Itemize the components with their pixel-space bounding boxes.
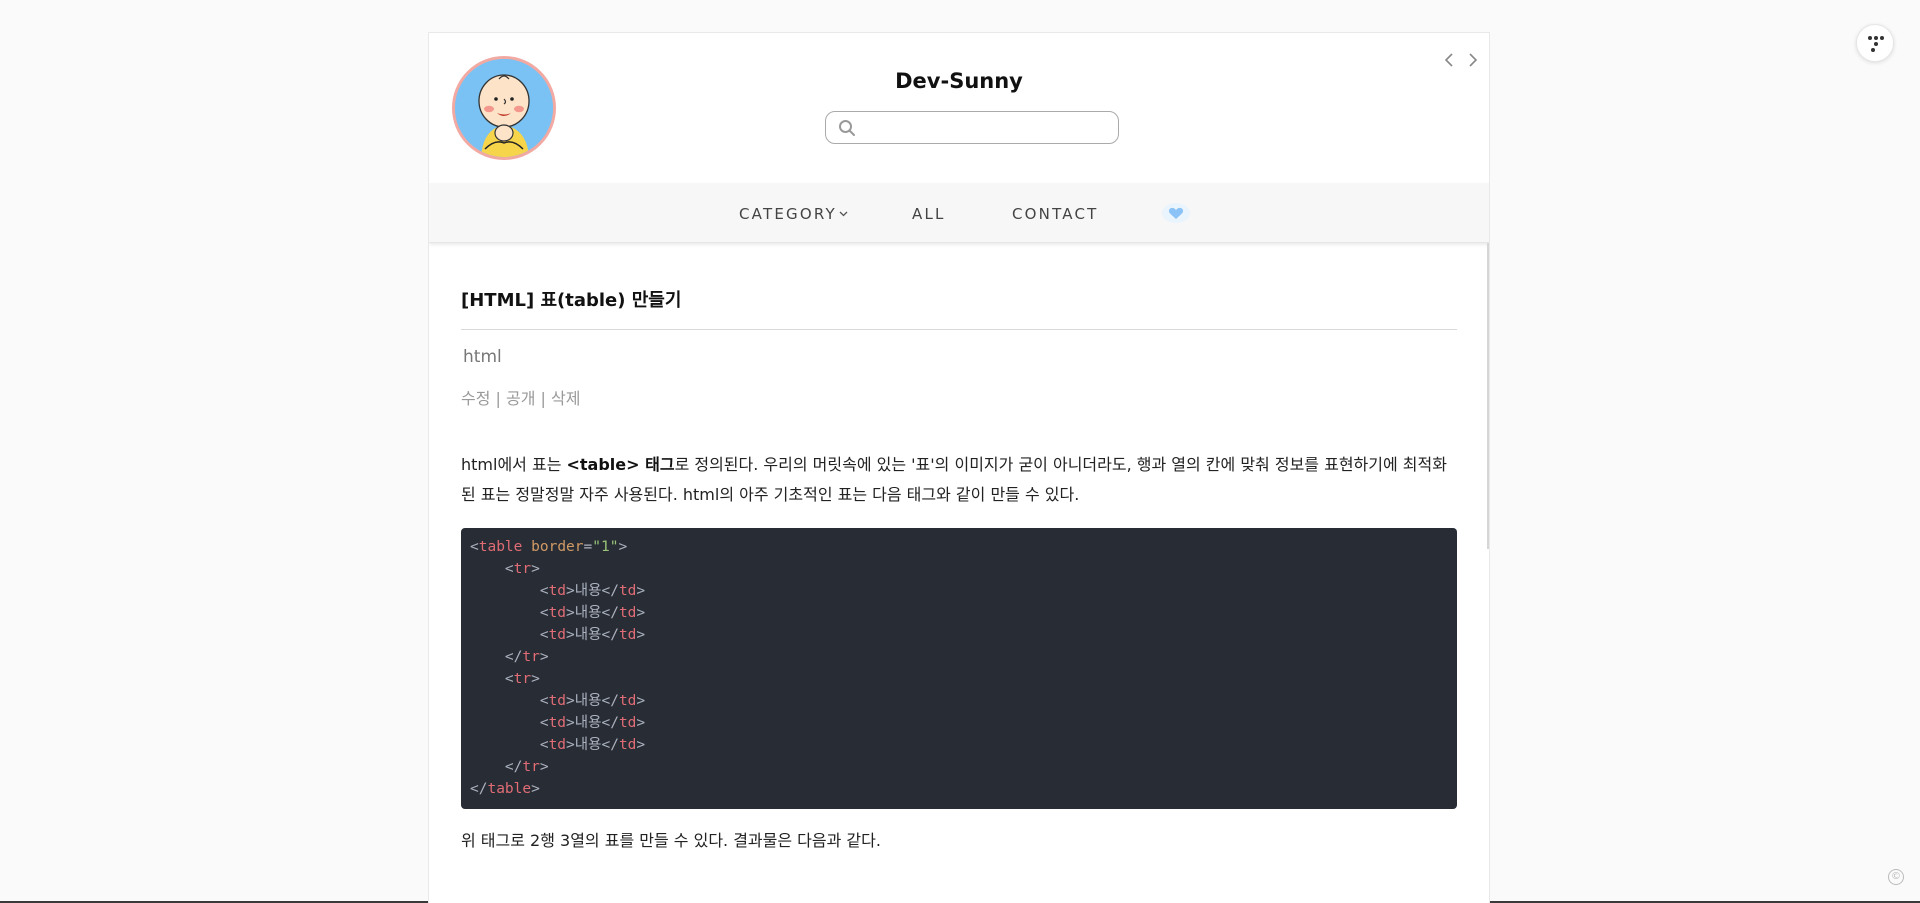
- code-line: </tr>: [504, 759, 549, 775]
- code-line: <td>내용</td>: [539, 737, 646, 753]
- blog-title[interactable]: Dev-Sunny: [429, 69, 1489, 93]
- main-nav: CATEGORY ALL CONTACT: [429, 183, 1489, 243]
- copyright-icon: ©: [1888, 869, 1904, 885]
- scrollbar[interactable]: [1487, 243, 1489, 549]
- nav-category[interactable]: CATEGORY: [739, 205, 848, 223]
- post-nav-arrows: [1441, 51, 1481, 69]
- heart-icon[interactable]: [1161, 202, 1191, 224]
- admin-separator: |: [490, 389, 507, 408]
- nav-category-label: CATEGORY: [739, 205, 837, 223]
- code-line: </tr>: [504, 649, 549, 665]
- code-line: <table border="1">: [470, 539, 628, 555]
- delete-link[interactable]: 삭제: [551, 389, 580, 408]
- code-block: <table border="1"> <tr> <td>내용</td> <td>…: [461, 528, 1457, 809]
- code-line: <td>내용</td>: [539, 715, 646, 731]
- blog-header: Dev-Sunny: [429, 33, 1489, 183]
- search-input[interactable]: [825, 111, 1119, 144]
- intro-bold-text: <table> 태그: [566, 455, 675, 474]
- menu-dots-icon: [1868, 36, 1884, 52]
- admin-separator: |: [535, 389, 552, 408]
- previous-post-icon[interactable]: [1441, 51, 1457, 69]
- post-category-link[interactable]: html: [463, 346, 1457, 368]
- post-after-code-paragraph: 위 태그로 2행 3열의 표를 만들 수 있다. 결과물은 다음과 같다.: [461, 831, 881, 850]
- visibility-link[interactable]: 공개: [506, 389, 535, 408]
- code-line: <td>내용</td>: [539, 693, 646, 709]
- code-line: <tr>: [504, 561, 540, 577]
- code-line: <tr>: [504, 671, 540, 687]
- intro-text: html에서 표는: [461, 455, 567, 474]
- chevron-down-icon: [839, 211, 848, 217]
- post-intro-paragraph: html에서 표는 <table> 태그로 정의된다. 우리의 머릿속에 있는 …: [461, 450, 1457, 510]
- nav-all[interactable]: ALL: [912, 205, 946, 223]
- search-icon[interactable]: [838, 119, 856, 137]
- code-line: <td>내용</td>: [539, 583, 646, 599]
- code-line: <td>내용</td>: [539, 627, 646, 643]
- code-line: <td>내용</td>: [539, 605, 646, 621]
- post-admin-links: 수정 | 공개 | 삭제: [461, 388, 1457, 410]
- menu-button[interactable]: [1856, 24, 1894, 62]
- post-title: [HTML] 표(table) 만들기: [461, 289, 1457, 330]
- nav-contact[interactable]: CONTACT: [1012, 205, 1099, 223]
- code-line: </table>: [470, 781, 540, 797]
- blog-container: Dev-Sunny CATEGORY ALL CONTACT [HTML] 표(…: [428, 32, 1490, 903]
- next-post-icon[interactable]: [1465, 51, 1481, 69]
- post-article: [HTML] 표(table) 만들기 html 수정 | 공개 | 삭제 ht…: [461, 243, 1457, 855]
- edit-link[interactable]: 수정: [461, 389, 490, 408]
